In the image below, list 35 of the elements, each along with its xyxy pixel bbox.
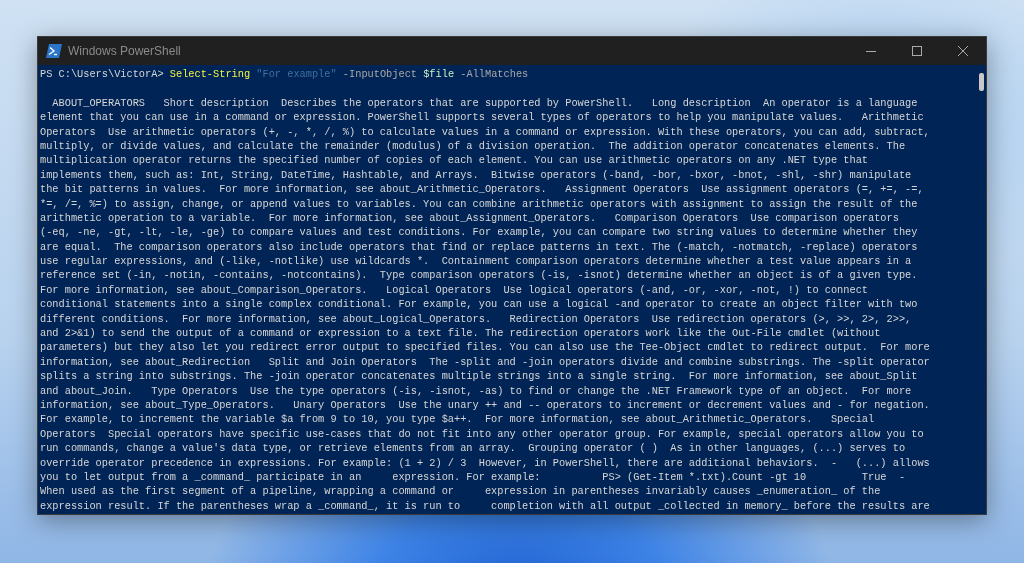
output-line: use regular expressions, and (-like, -notlike) use wildcards *. Containment comparison operators determine whether a test value appears in a (40, 254, 913, 269)
output-line: splits a string into substrings. The -join operator concatenates multiple strings into a single string. For more information, see about_Split (40, 369, 919, 384)
output-line: information, see about_Redirection Split and Join Operators The -split and -join operators divide and combine substrings. The -split operator (40, 354, 931, 370)
command-line: PS C:\Users\VictorA> Select-String "For example" -InputObject $file -AllMatches (40, 67, 530, 82)
output-line: For more information, see about_Comparison_Operators. Logical Operators Use logical operators (-and, -or, -xor, -not, !) to connect (40, 282, 869, 298)
output-line: implements them, such as: Int, String, DateTime, Hashtable, and Arrays. Bitwise operators (-band, -bor, -bxor, -bnot, -shl, -shr) manipulate (40, 167, 913, 183)
close-icon (958, 46, 968, 56)
output-line: the bit patterns in values. For more information, see about_Arithmetic_Operators. Assignment Operators Use assignment operators (=, +=, -=, (40, 182, 925, 197)
output-line: you to let output from a _command_ participate in an expression. For example: PS> (Get-Item *.txt).Count -gt 10 True - (40, 469, 907, 485)
output-line: multiplication operator returns the specified number of copies of each element. You can use arithmetic operators on any .NET type that (40, 153, 869, 168)
output-line: conditional statements into a single complex conditional. For example, you can use a logical -and operator to create an object filter with two (40, 297, 919, 312)
output-line: expression result. If the parentheses wrap a _command_, it is run to completion with all output _collected in memory_ before the results are (40, 498, 931, 514)
output-line: When used as the first segment of a pipeline, wrapping a command or expression in parentheses invariably causes _enumeration_ of the (40, 484, 882, 499)
output-line: arithmetic operation to a variable. For more information, see about_Assignment_Operators. Comparison Operators Use comparison operators (40, 210, 900, 226)
output-line: information, see about_Type_Operators. Unary Operators Use the unary ++ and -- operators to increment or decrement values and - for negation. (40, 398, 931, 413)
window-title: Windows PowerShell (68, 43, 181, 60)
output-line: *=, /=, %=) to assign, change, or append values to variables. You can combine arithmetic operators with assignment to assign the result of the (40, 196, 919, 211)
output-line: are equal. The comparison operators also include operators that find or replace patterns in text. The (-match, -notmatch, -replace) operators (40, 239, 919, 255)
powershell-icon (46, 44, 62, 58)
output-line: (-eq, -ne, -gt, -lt, -le, -ge) to compare values and test conditions. For example, you can compare two string values to determine whether they (40, 225, 919, 240)
output-line: element that you can use in a command or expression. PowerShell supports several types of operators to help you manipulate values. Arithmetic (40, 110, 925, 125)
output-line: For example, to increment the variable $a from 9 to 10, you type $a++. For more information, see about_Arithmetic_Operators. Special (40, 412, 876, 427)
output-line: parameters) but they also let you redirect error output to specified files. You can also use the Tee-Object cmdlet to redirect output. For more (40, 340, 931, 355)
output-line: run commands, change a value's data type, or retrieve elements from an array. Grouping operator ( ) As in other languages, (...) serves to (40, 441, 907, 456)
output-line: multiply, or divide values, and calculate the remainder (modulus) of a division operation. The addition operator concatenates elements. The (40, 138, 907, 154)
output-line: and 2>&1) to send the output of a command or expression to a text file. The redirection operators work like the Out-File cmdlet (without (40, 326, 882, 341)
output-line: ABOUT_OPERATORS Short description Describes the operators that are supported by PowerShell. Long description An operator is a language (51, 95, 919, 111)
scrollbar-thumb[interactable] (979, 73, 984, 91)
output-line: Operators Special operators have specific use-cases that do not fit into any other operator group. For example, special operators allow you to (40, 426, 925, 442)
maximize-icon (912, 46, 922, 56)
output-line: reference set (-in, -notin, -contains, -notcontains). Type comparison operators (-is, -isnot) determine whether an object is of a given type. (40, 268, 919, 283)
output-line: override operator precedence in expressions. For example: (1 + 2) / 3 However, in PowerShell, there are additional behaviors. - (...) allows (40, 455, 931, 470)
output-line: Operators Use arithmetic operators (+, -, *, /, %) to calculate values in a command or expression. With these operators, you can add, subtract, (40, 124, 931, 139)
output-line: different conditions. For more information, see about_Logical_Operators. Redirection Operators Use redirection operators (>, >>, 2>, 2>>, (40, 311, 913, 327)
output-line: and about_Join. Type Operators Use the type operators (-is, -isnot, -as) to find or change the .NET Framework type of an object. For more (40, 383, 913, 398)
